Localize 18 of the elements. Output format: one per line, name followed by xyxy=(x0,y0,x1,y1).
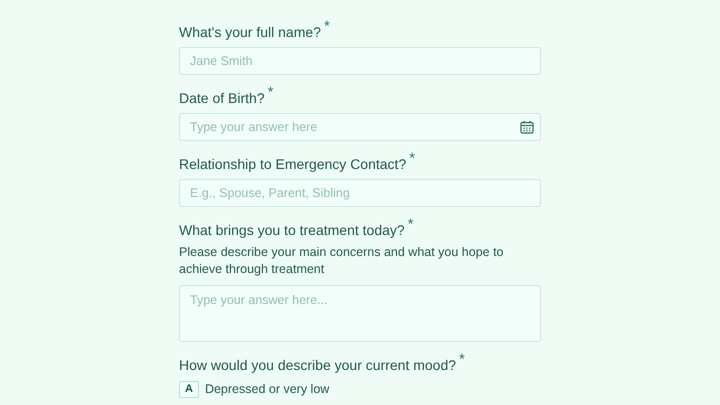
required-asterisk: * xyxy=(268,83,274,103)
question-label: What's your full name? xyxy=(179,23,321,42)
answer-box[interactable]: Type your answer here... xyxy=(179,285,541,342)
required-asterisk: * xyxy=(459,350,465,370)
question-description: Please describe your main concerns and what you hope to achieve through treatment xyxy=(179,244,504,278)
option-label[interactable]: Depressed or very low xyxy=(204,380,330,399)
question-label: Relationship to Emergency Contact? xyxy=(179,155,406,174)
input-field[interactable]: E.g., Spouse, Parent, Sibling xyxy=(179,179,541,207)
calendar-icon[interactable] xyxy=(520,120,534,134)
input-field[interactable]: Jane Smith xyxy=(179,47,541,75)
required-asterisk: * xyxy=(324,17,330,37)
required-asterisk: * xyxy=(409,149,416,169)
question-label: Date of Birth? xyxy=(179,89,265,108)
required-asterisk: * xyxy=(408,215,414,235)
question-label: What brings you to treatment today? xyxy=(179,221,405,240)
question-label: How would you describe your current mood? xyxy=(179,356,456,375)
input-field[interactable]: Type your answer here xyxy=(179,113,541,141)
option-key[interactable]: A xyxy=(179,380,199,398)
